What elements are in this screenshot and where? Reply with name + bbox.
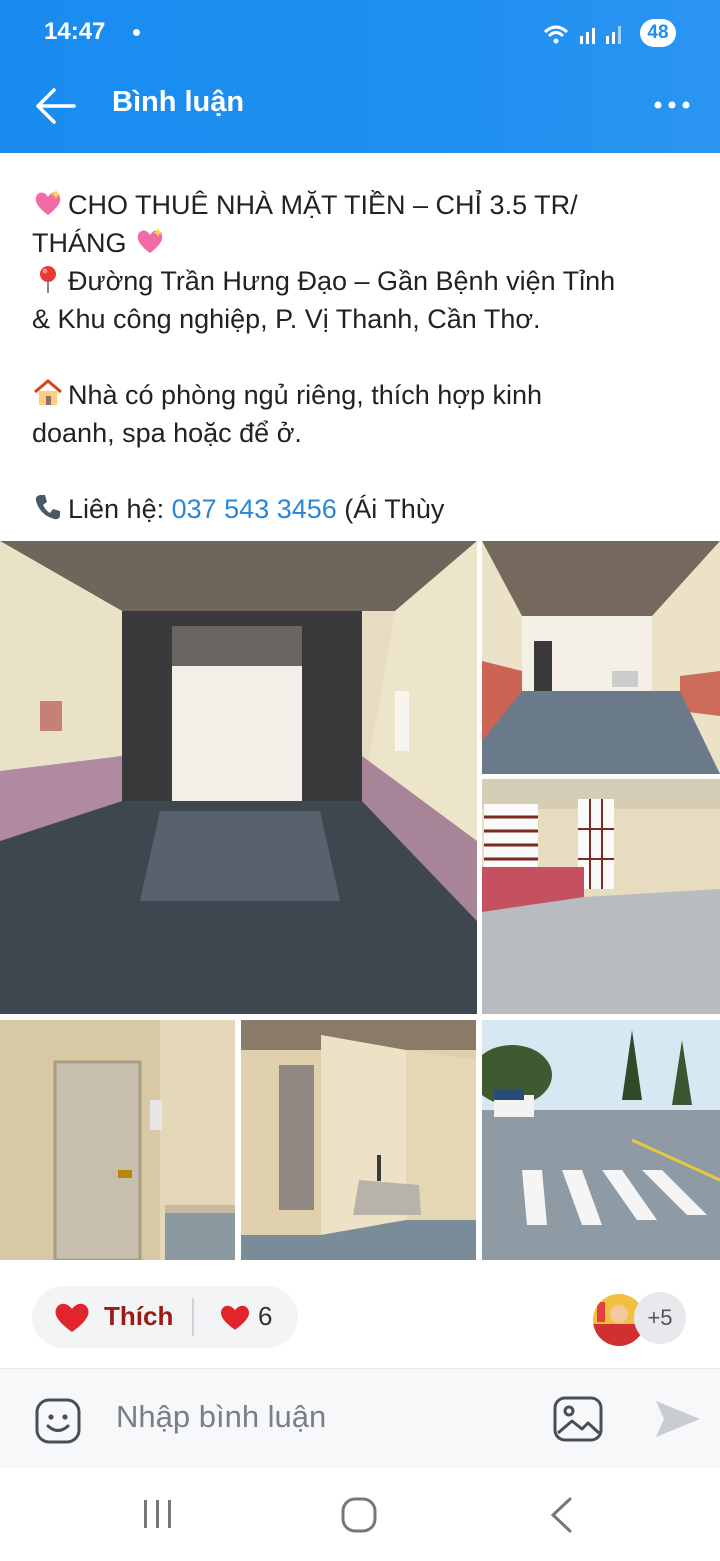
notification-dot xyxy=(133,29,140,36)
photo-room-back[interactable] xyxy=(482,541,720,774)
photo-corner-sink[interactable] xyxy=(241,1020,476,1260)
reaction-pill: Thích 6 xyxy=(32,1286,298,1348)
status-bar: 14:47 48 xyxy=(0,0,720,66)
post-address: Đường Trần Hưng Đạo – Gần Bệnh viện Tỉnh xyxy=(68,266,616,296)
app-header: 14:47 48 Bình luận xyxy=(0,0,720,153)
contact-label: Liên hệ: xyxy=(68,494,165,524)
send-icon[interactable] xyxy=(652,1397,702,1441)
post-headline: CHO THUÊ NHÀ MẶT TIỀN – CHỈ 3.5 TR/ xyxy=(68,190,578,220)
photo-door-sink[interactable] xyxy=(0,1020,235,1260)
divider xyxy=(192,1298,194,1336)
post-description: Nhà có phòng ngủ riêng, thích hợp kinh xyxy=(68,380,543,410)
post-line: Nhà có phòng ngủ riêng, thích hợp kinh xyxy=(32,376,702,414)
image-icon[interactable] xyxy=(552,1395,604,1443)
reaction-bar: Thích 6 +5 xyxy=(0,1268,720,1368)
post-line: THÁNG xyxy=(32,224,702,262)
post-line: Liên hệ: 037 543 3456 (Ái Thùy xyxy=(32,490,702,528)
more-icon[interactable] xyxy=(650,90,694,120)
reaction-count-value: 6 xyxy=(258,1301,273,1331)
heart-icon xyxy=(55,1303,89,1332)
comment-bar: Nhập bình luận xyxy=(0,1368,720,1469)
nav-back-icon[interactable] xyxy=(548,1496,574,1534)
photo-street[interactable] xyxy=(482,1020,720,1260)
post-content: CHO THUÊ NHÀ MẶT TIỀN – CHỈ 3.5 TR/ THÁN… xyxy=(32,186,702,528)
sparkle-heart-icon xyxy=(137,228,163,253)
post-line: & Khu công nghiệp, P. Vị Thanh, Cần Thơ. xyxy=(32,304,541,334)
sparkle-heart-icon xyxy=(35,190,61,215)
phone-link[interactable]: 037 543 3456 xyxy=(172,494,337,524)
top-navbar: Bình luận xyxy=(0,66,720,153)
like-label: Thích xyxy=(104,1301,174,1331)
heart-icon xyxy=(220,1305,250,1330)
like-button[interactable]: Thích xyxy=(52,1298,173,1336)
post-headline-cont: THÁNG xyxy=(32,228,127,258)
battery-badge: 48 xyxy=(640,19,676,47)
photo-room-windows[interactable] xyxy=(482,779,720,1014)
phone-icon xyxy=(35,495,60,520)
sticker-icon[interactable] xyxy=(34,1397,82,1445)
comment-input[interactable]: Nhập bình luận xyxy=(116,1399,326,1435)
home-icon[interactable] xyxy=(340,1496,378,1534)
system-nav-bar xyxy=(0,1468,720,1561)
status-time: 14:47 xyxy=(44,18,106,45)
back-arrow-icon[interactable] xyxy=(34,86,78,126)
contact-name: (Ái Thùy xyxy=(344,494,445,524)
recent-apps-icon[interactable] xyxy=(140,1498,176,1530)
photo-main-room[interactable] xyxy=(0,541,477,1014)
post-line: Đường Trần Hưng Đạo – Gần Bệnh viện Tỉnh xyxy=(32,262,702,300)
house-icon xyxy=(34,379,62,405)
pin-icon xyxy=(40,266,56,293)
post-line: doanh, spa hoặc để ở. xyxy=(32,418,302,448)
post-line: CHO THUÊ NHÀ MẶT TIỀN – CHỈ 3.5 TR/ xyxy=(32,186,702,224)
page-title: Bình luận xyxy=(112,86,245,118)
more-reactors[interactable]: +5 xyxy=(634,1292,686,1344)
